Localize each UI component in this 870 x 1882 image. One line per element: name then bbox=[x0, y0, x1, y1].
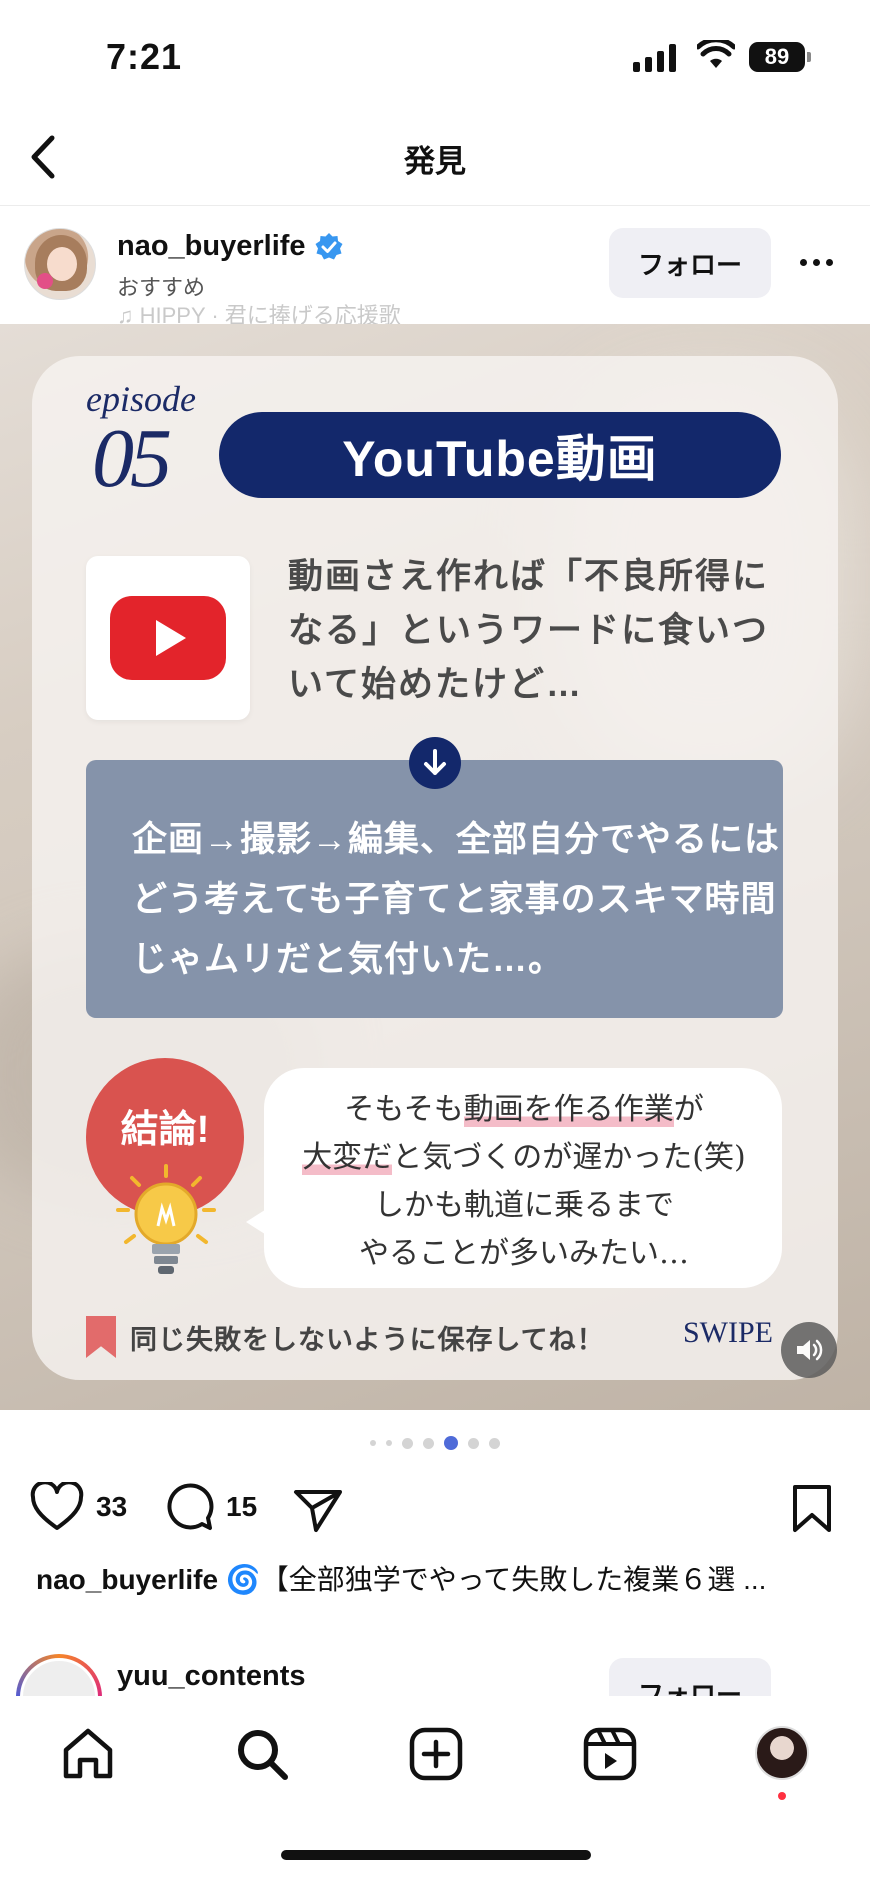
send-icon[interactable] bbox=[292, 1486, 344, 1534]
youtube-logo-tile bbox=[86, 556, 250, 720]
save-reminder: 同じ失敗をしないように保存してね！ bbox=[86, 1316, 605, 1358]
episode-title-pill: YouTube動画 bbox=[219, 412, 781, 498]
plus-square-icon[interactable] bbox=[408, 1726, 464, 1782]
carousel-dot bbox=[386, 1440, 392, 1446]
bubble-line-2: 大変だと気づくのが遅かった(笑) bbox=[302, 1140, 746, 1175]
status-bar: 7:21 89 bbox=[0, 0, 870, 110]
home-icon[interactable] bbox=[60, 1726, 116, 1782]
avatar[interactable] bbox=[16, 1654, 102, 1696]
speech-bubble-tail bbox=[246, 1208, 268, 1236]
arrow-down-icon bbox=[409, 737, 461, 789]
comment-count[interactable]: 15 bbox=[226, 1491, 257, 1523]
battery-icon: 89 bbox=[749, 42, 805, 72]
cellular-signal-icon bbox=[633, 44, 676, 72]
carousel-dot bbox=[402, 1437, 413, 1449]
carousel-dot bbox=[468, 1437, 479, 1449]
post-header: nao_buyerlife おすすめ ♫ HIPPY · 君に捧げる応援歌 フォ… bbox=[0, 206, 870, 328]
post-username[interactable]: nao_buyerlife bbox=[117, 230, 344, 263]
reels-icon[interactable] bbox=[582, 1726, 638, 1782]
post-actions: 33 15 bbox=[0, 1472, 870, 1544]
battery-level: 89 bbox=[764, 44, 790, 69]
like-count[interactable]: 33 bbox=[96, 1491, 127, 1523]
episode-description: 動画さえ作れば「不良所得になる」というワードに食いついて始めたけど… bbox=[288, 557, 770, 704]
username-text[interactable]: nao_buyerlife bbox=[117, 230, 306, 263]
save-reminder-text: 同じ失敗をしないように保存してね！ bbox=[130, 1324, 605, 1355]
caption-text: 🌀【全部独学でやって失敗した複業６選 ... bbox=[218, 1564, 767, 1595]
next-post-header: yuu_contents フォロー bbox=[0, 1630, 870, 1696]
wifi-icon bbox=[697, 40, 735, 68]
more-horizontal-icon[interactable] bbox=[800, 252, 840, 272]
lightbulb-icon bbox=[116, 1164, 216, 1274]
carousel-dot bbox=[423, 1437, 434, 1449]
realization-box: 企画→撮影→編集、全部自分でやるにはどう考えても子育てと家事のスキマ時間じゃムリ… bbox=[86, 760, 783, 1018]
bookmark-icon[interactable] bbox=[790, 1484, 834, 1534]
follow-button[interactable]: フォロー bbox=[609, 1658, 771, 1696]
speaker-icon[interactable] bbox=[781, 1322, 837, 1378]
comment-action[interactable]: 15 bbox=[164, 1482, 257, 1532]
bubble-line-1: そもそも動画を作る作業が bbox=[344, 1092, 704, 1127]
carousel-dot bbox=[489, 1437, 500, 1449]
home-indicator bbox=[281, 1850, 591, 1860]
notification-dot bbox=[778, 1792, 786, 1800]
bubble-line-3: しかも軌道に乗るまで bbox=[374, 1188, 674, 1223]
post-caption[interactable]: nao_buyerlife 🌀【全部独学でやって失敗した複業６選 ... bbox=[36, 1558, 836, 1598]
next-post-username[interactable]: yuu_contents bbox=[117, 1660, 306, 1693]
profile-avatar[interactable] bbox=[755, 1726, 809, 1780]
battery-tip bbox=[807, 52, 811, 62]
page-title: 発見 bbox=[404, 144, 466, 179]
youtube-icon bbox=[110, 596, 226, 680]
carousel-dot-active bbox=[444, 1436, 458, 1450]
avatar[interactable] bbox=[24, 228, 96, 300]
verified-badge-icon bbox=[315, 232, 343, 259]
like-action[interactable]: 33 bbox=[30, 1482, 127, 1532]
caption-username[interactable]: nao_buyerlife bbox=[36, 1564, 218, 1595]
carousel-indicator bbox=[0, 1436, 870, 1450]
search-icon[interactable] bbox=[234, 1726, 290, 1782]
follow-button[interactable]: フォロー bbox=[609, 228, 771, 298]
bubble-line-4: やることが多いみたい… bbox=[359, 1236, 689, 1271]
comment-icon[interactable] bbox=[164, 1482, 214, 1532]
top-nav: 発見 bbox=[0, 110, 870, 206]
heart-icon[interactable] bbox=[30, 1482, 84, 1532]
swipe-label: SWIPE bbox=[683, 1316, 773, 1349]
carousel-dot bbox=[370, 1440, 376, 1446]
speech-bubble-text: そもそも動画を作る作業が 大変だと気づくのが遅かった(笑) しかも軌道に乗るまで… bbox=[274, 1086, 774, 1278]
episode-number: 05 bbox=[92, 412, 172, 505]
status-time: 7:21 bbox=[106, 36, 183, 77]
bookmark-ribbon-icon bbox=[86, 1316, 116, 1358]
